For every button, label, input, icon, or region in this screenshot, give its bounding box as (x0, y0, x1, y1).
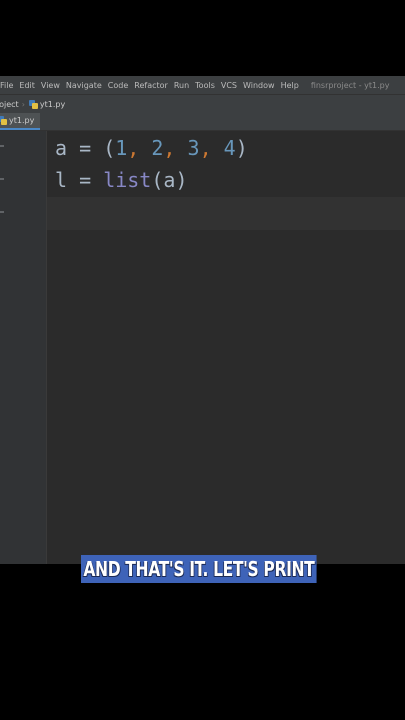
close-paren: ) (235, 136, 248, 160)
open-paren: ( (103, 136, 116, 160)
line-gutter (0, 131, 47, 564)
menu-run[interactable]: Run (174, 81, 189, 90)
tab-yt1-py[interactable]: yt1.py (0, 113, 40, 130)
comma: , (199, 136, 212, 160)
breadcrumb-separator: › (21, 99, 25, 109)
python-file-icon (0, 116, 7, 125)
window-title: finsrproject - yt1.py (310, 80, 390, 90)
menu-refactor[interactable]: Refactor (134, 81, 168, 90)
editor-tab-bar: yt1.py (0, 113, 405, 131)
video-caption: AND THAT'S IT. LET'S PRINT (81, 555, 317, 583)
breadcrumb-file[interactable]: yt1.py (40, 100, 65, 109)
breadcrumb-project[interactable]: roject (0, 100, 19, 109)
code-editor[interactable]: a = (1, 2, 3, 4) l = list(a) (47, 131, 405, 564)
menu-tools[interactable]: Tools (195, 81, 215, 90)
gutter-marker (0, 211, 4, 213)
number: 1 (115, 136, 128, 160)
current-line-highlight (47, 197, 405, 230)
open-paren: ( (151, 168, 164, 192)
variable-l: l (55, 168, 68, 192)
menu-vcs[interactable]: VCS (221, 81, 237, 90)
assign-operator: = (79, 168, 92, 192)
number: 3 (187, 136, 200, 160)
menu-edit[interactable]: Edit (19, 81, 35, 90)
code-line-2: l = list(a) (55, 168, 188, 192)
number: 4 (223, 136, 236, 160)
menu-help[interactable]: Help (281, 81, 299, 90)
menu-navigate[interactable]: Navigate (66, 81, 102, 90)
variable-a: a (55, 136, 68, 160)
comma: , (127, 136, 140, 160)
menu-code[interactable]: Code (108, 81, 128, 90)
comma: , (163, 136, 176, 160)
assign-operator: = (79, 136, 92, 160)
gutter-marker (0, 178, 4, 180)
python-file-icon (28, 99, 38, 109)
argument: a (163, 168, 176, 192)
close-paren: ) (175, 168, 188, 192)
menu-file[interactable]: File (0, 81, 13, 90)
menu-bar: File Edit View Navigate Code Refactor Ru… (0, 76, 405, 94)
navigation-bar: roject › yt1.py (0, 94, 405, 114)
tab-label: yt1.py (9, 116, 35, 125)
builtin-function: list (103, 168, 152, 192)
code-line-1: a = (1, 2, 3, 4) (55, 136, 248, 160)
ide-window: File Edit View Navigate Code Refactor Ru… (0, 76, 405, 564)
number: 2 (151, 136, 164, 160)
gutter-marker (0, 145, 4, 147)
menu-view[interactable]: View (41, 81, 60, 90)
menu-window[interactable]: Window (243, 81, 275, 90)
